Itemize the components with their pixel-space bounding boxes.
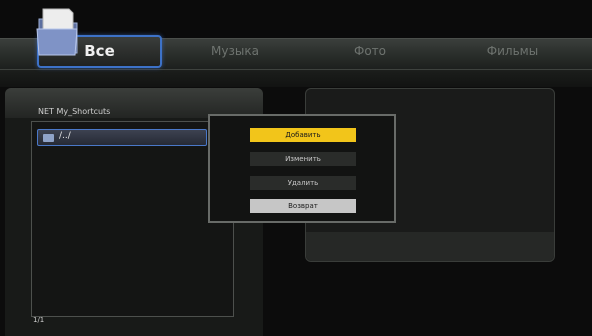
folder-icon [43,134,54,142]
edit-button[interactable]: Изменить [250,152,356,166]
preview-panel-footer [306,232,554,261]
add-button[interactable]: Добавить [250,128,356,142]
tab-movies[interactable]: Фильмы [465,40,560,62]
panel-title: NET My_Shortcuts [38,107,111,116]
delete-button[interactable]: Удалить [250,176,356,190]
top-band [0,0,592,38]
tab-photo[interactable]: Фото [330,40,410,62]
file-list [31,121,234,317]
page-indicator: 1/1 [33,316,45,324]
tab-music[interactable]: Музыка [190,40,280,62]
back-button[interactable]: Возврат [250,199,356,213]
context-menu-dialog: Добавить Изменить Удалить Возврат [208,114,396,223]
list-item-label: /../ [59,131,71,141]
list-item-parent-folder[interactable]: /../ [37,129,207,146]
tab-all[interactable]: Все [37,40,162,62]
